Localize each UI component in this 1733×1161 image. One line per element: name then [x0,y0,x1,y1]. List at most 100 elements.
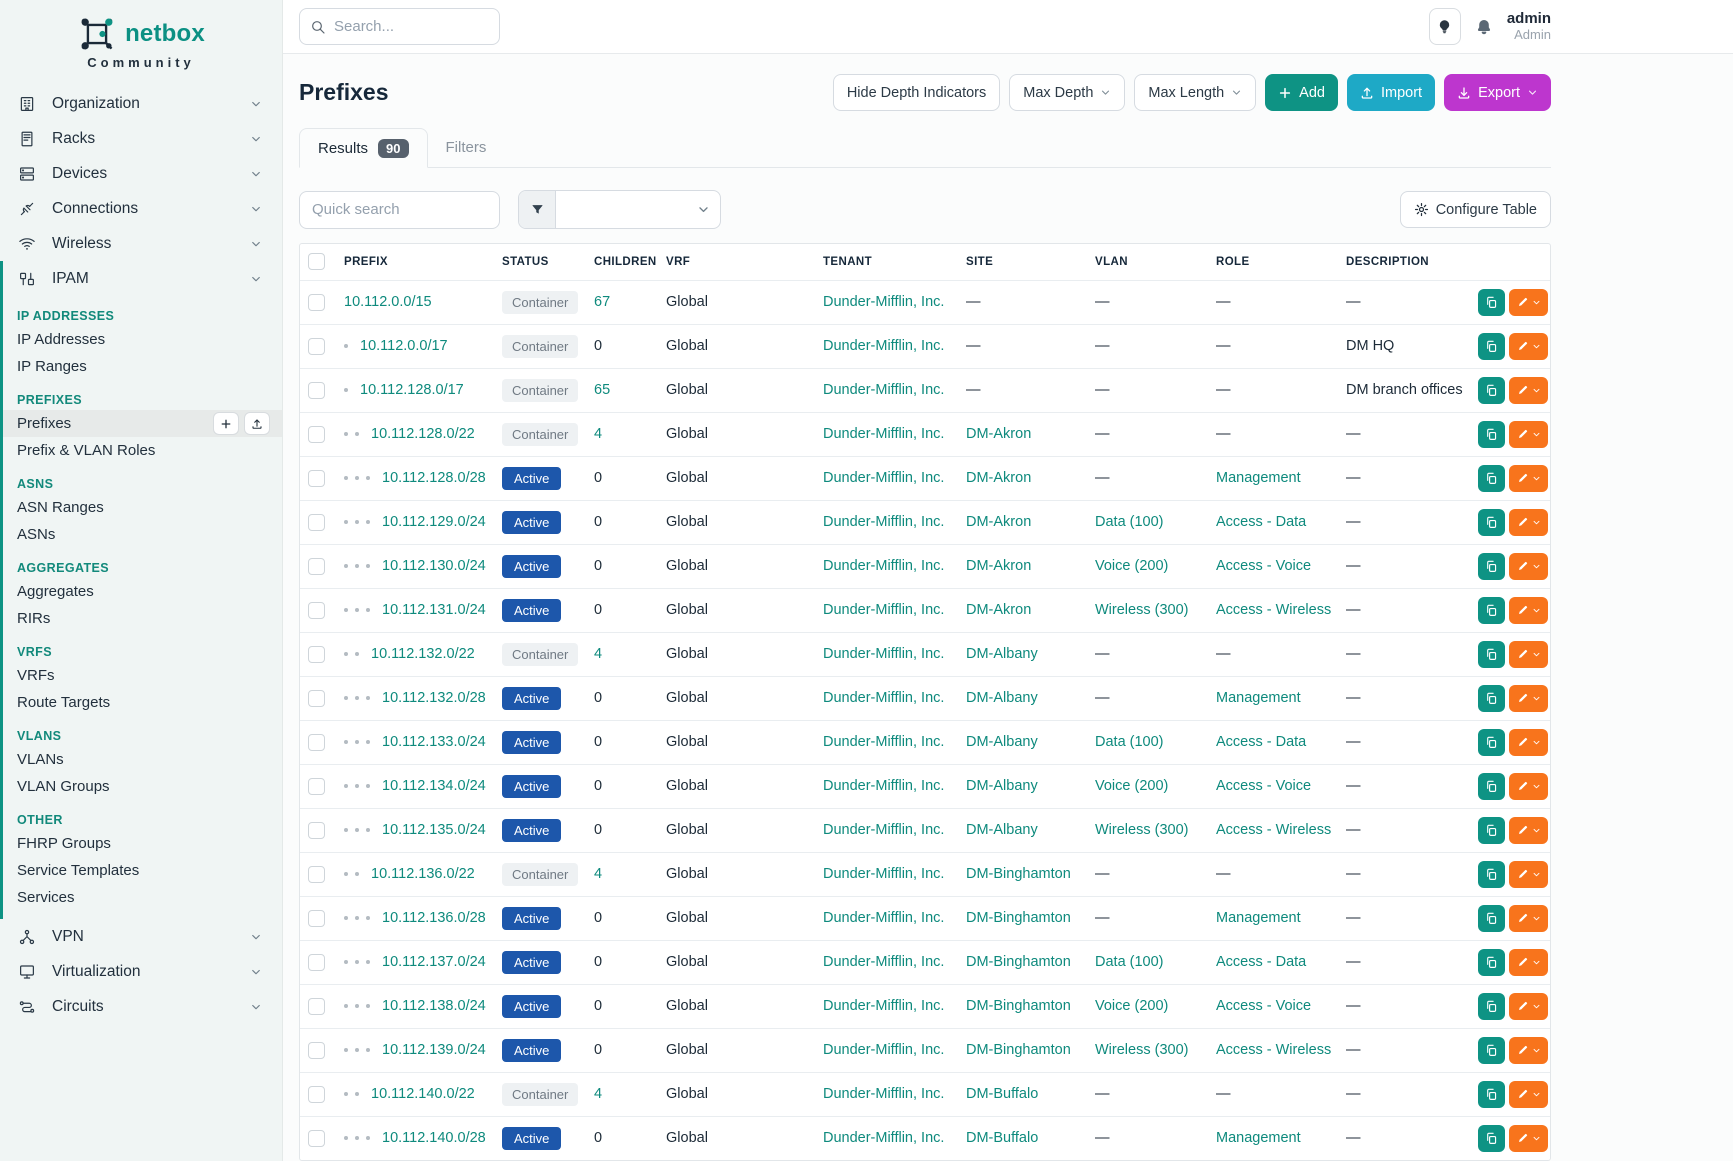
clone-button[interactable] [1478,1037,1505,1064]
role-link[interactable]: Management [1216,910,1301,926]
row-checkbox[interactable] [308,998,325,1015]
clone-button[interactable] [1478,1081,1505,1108]
prefix-link[interactable]: 10.112.136.0/22 [371,866,475,882]
tenant-link[interactable]: Dunder-Mifflin, Inc. [823,646,944,662]
site-link[interactable]: DM-Albany [966,778,1038,794]
prefix-link[interactable]: 10.112.133.0/24 [382,734,486,750]
role-link[interactable]: Access - Wireless [1216,822,1331,838]
select-all-checkbox[interactable] [308,253,325,270]
tenant-link[interactable]: Dunder-Mifflin, Inc. [823,954,944,970]
edit-button[interactable] [1509,993,1548,1020]
sidebar-item-organization[interactable]: Organization [0,86,282,121]
edit-button[interactable] [1509,729,1548,756]
tenant-link[interactable]: Dunder-Mifflin, Inc. [823,470,944,486]
site-link[interactable]: DM-Akron [966,558,1031,574]
vlan-link[interactable]: Wireless (300) [1095,1042,1188,1058]
max-depth-dropdown[interactable]: Max Depth [1009,74,1125,111]
sidebar-item-vlan-groups[interactable]: VLAN Groups [3,773,282,800]
site-link[interactable]: DM-Albany [966,734,1038,750]
role-link[interactable]: Access - Data [1216,734,1306,750]
row-checkbox[interactable] [308,734,325,751]
role-link[interactable]: Access - Data [1216,954,1306,970]
clone-button[interactable] [1478,289,1505,316]
site-link[interactable]: DM-Buffalo [966,1130,1038,1146]
global-search-input[interactable] [334,18,464,35]
edit-button[interactable] [1509,509,1548,536]
prefix-link[interactable]: 10.112.140.0/22 [371,1086,475,1102]
tenant-link[interactable]: Dunder-Mifflin, Inc. [823,1130,944,1146]
user-menu[interactable]: admin Admin [1507,10,1551,42]
sidebar-item-vrfs[interactable]: VRFs [3,662,282,689]
children-count-link[interactable]: 65 [594,382,610,398]
site-link[interactable]: DM-Binghamton [966,998,1071,1014]
tenant-link[interactable]: Dunder-Mifflin, Inc. [823,822,944,838]
clone-button[interactable] [1478,465,1505,492]
prefix-link[interactable]: 10.112.132.0/22 [371,646,475,662]
prefix-link[interactable]: 10.112.132.0/28 [382,690,486,706]
row-checkbox[interactable] [308,426,325,443]
tenant-link[interactable]: Dunder-Mifflin, Inc. [823,514,944,530]
role-link[interactable]: Management [1216,1130,1301,1146]
sidebar-item-vlans[interactable]: VLANs [3,746,282,773]
tenant-link[interactable]: Dunder-Mifflin, Inc. [823,778,944,794]
tenant-link[interactable]: Dunder-Mifflin, Inc. [823,602,944,618]
role-link[interactable]: Access - Wireless [1216,1042,1331,1058]
role-link[interactable]: Access - Wireless [1216,602,1331,618]
clone-button[interactable] [1478,553,1505,580]
sidebar-item-aggregates[interactable]: Aggregates [3,578,282,605]
tab-filters[interactable]: Filters [428,127,505,167]
sidebar-item-route-targets[interactable]: Route Targets [3,689,282,716]
clone-button[interactable] [1478,773,1505,800]
tab-results[interactable]: Results 90 [299,128,428,168]
tenant-link[interactable]: Dunder-Mifflin, Inc. [823,1086,944,1102]
sidebar-item-racks[interactable]: Racks [0,121,282,156]
edit-button[interactable] [1509,465,1548,492]
prefix-link[interactable]: 10.112.128.0/28 [382,470,486,486]
row-checkbox[interactable] [308,646,325,663]
row-checkbox[interactable] [308,1086,325,1103]
role-link[interactable]: Management [1216,690,1301,706]
prefix-link[interactable]: 10.112.135.0/24 [382,822,486,838]
clone-button[interactable] [1478,641,1505,668]
prefix-link[interactable]: 10.112.140.0/28 [382,1130,486,1146]
edit-button[interactable] [1509,773,1548,800]
sidebar-item-devices[interactable]: Devices [0,156,282,191]
site-link[interactable]: DM-Binghamton [966,954,1071,970]
edit-button[interactable] [1509,289,1548,316]
children-count-link[interactable]: 4 [594,1086,602,1102]
site-link[interactable]: DM-Binghamton [966,1042,1071,1058]
row-checkbox[interactable] [308,382,325,399]
edit-button[interactable] [1509,1125,1548,1152]
edit-button[interactable] [1509,817,1548,844]
row-checkbox[interactable] [308,954,325,971]
prefix-link[interactable]: 10.112.131.0/24 [382,602,486,618]
clone-button[interactable] [1478,597,1505,624]
prefix-link[interactable]: 10.112.129.0/24 [382,514,486,530]
export-button[interactable]: Export [1444,74,1551,111]
sidebar-item-fhrp-groups[interactable]: FHRP Groups [3,830,282,857]
max-length-dropdown[interactable]: Max Length [1134,74,1256,111]
clone-button[interactable] [1478,949,1505,976]
tenant-link[interactable]: Dunder-Mifflin, Inc. [823,558,944,574]
children-count-link[interactable]: 4 [594,866,602,882]
saved-filter-select[interactable] [518,190,721,229]
site-link[interactable]: DM-Akron [966,426,1031,442]
row-checkbox[interactable] [308,1042,325,1059]
clone-button[interactable] [1478,509,1505,536]
tenant-link[interactable]: Dunder-Mifflin, Inc. [823,294,944,310]
clone-button[interactable] [1478,861,1505,888]
quick-add-button[interactable] [213,412,239,435]
vlan-link[interactable]: Wireless (300) [1095,822,1188,838]
sidebar-item-ipam[interactable]: IPAM [3,261,282,296]
site-link[interactable]: DM-Binghamton [966,910,1071,926]
sidebar-item-ip-addresses[interactable]: IP Addresses [3,326,282,353]
theme-toggle-button[interactable] [1429,8,1461,45]
row-checkbox[interactable] [308,558,325,575]
tenant-link[interactable]: Dunder-Mifflin, Inc. [823,690,944,706]
clone-button[interactable] [1478,1125,1505,1152]
site-link[interactable]: DM-Albany [966,822,1038,838]
vlan-link[interactable]: Voice (200) [1095,998,1168,1014]
row-checkbox[interactable] [308,690,325,707]
tenant-link[interactable]: Dunder-Mifflin, Inc. [823,1042,944,1058]
edit-button[interactable] [1509,905,1548,932]
